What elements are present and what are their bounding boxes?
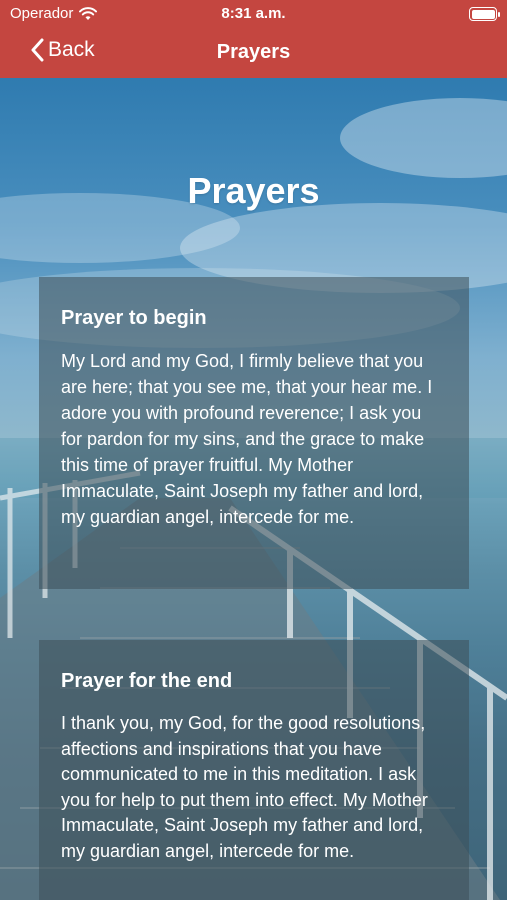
battery-icon	[469, 7, 500, 21]
prayer-card-body: I thank you, my God, for the good resolu…	[61, 713, 428, 861]
prayer-card-begin: Prayer to begin My Lord and my God, I fi…	[39, 277, 469, 589]
prayer-card-end: Prayer for the end I thank you, my God, …	[39, 640, 469, 900]
status-bar: Operador 8:31 a.m.	[0, 0, 507, 28]
navigation-bar: Back Prayers	[0, 28, 507, 78]
nav-title: Prayers	[216, 41, 291, 63]
page-heading: Prayers	[187, 170, 320, 211]
prayer-card-title: Prayer to begin	[61, 307, 207, 329]
prayer-card-title: Prayer for the end	[61, 670, 233, 692]
prayer-card-body: My Lord and my God, I firmly believe tha…	[61, 351, 433, 527]
status-time: 8:31 a.m.	[221, 5, 286, 22]
background-image: Prayers Prayer to begin My Lord and my G…	[0, 78, 507, 900]
